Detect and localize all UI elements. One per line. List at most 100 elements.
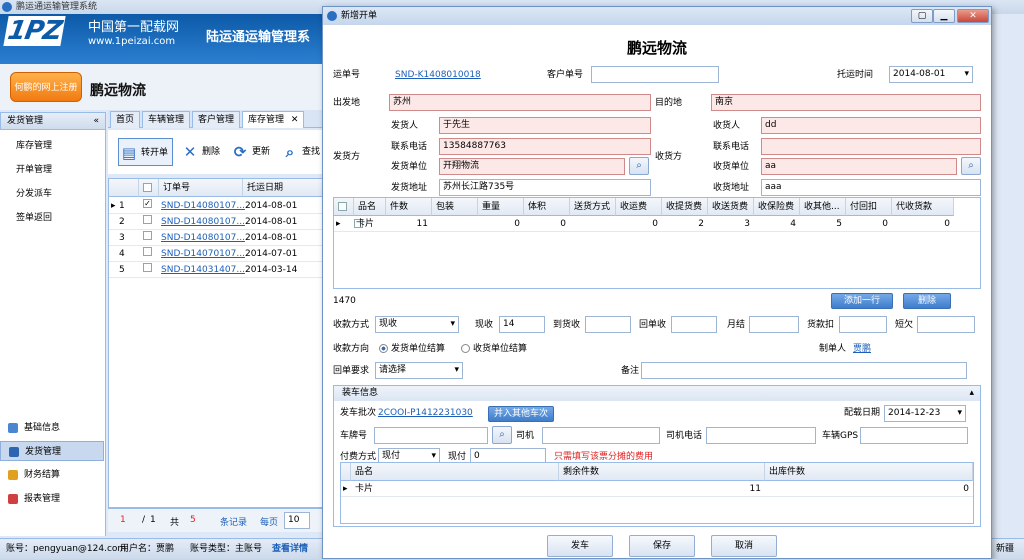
remark-input[interactable] [641,362,967,379]
goods-header-0[interactable]: 品名 [354,198,386,216]
goods-header-5[interactable]: 送货方式 [570,198,616,216]
goods-cell-9[interactable]: 4 [756,216,796,232]
minimize-icon[interactable]: ▁ [933,9,955,23]
goods-cell-7[interactable]: 2 [664,216,704,232]
goods-header-10[interactable]: 收其他... [800,198,846,216]
new-order-button[interactable]: ▤ 转开单 [118,138,174,166]
table-row[interactable]: ▸ 1 ✓ SND-D14080107... 2014-08-01 [109,198,329,214]
load-cell-out[interactable]: 0 [765,481,969,497]
origin-input[interactable]: 苏州 [389,94,651,111]
goods-cell-11[interactable]: 0 [848,216,888,232]
goods-cell-4[interactable]: 0 [526,216,566,232]
maker-name[interactable]: 贾鹏 [853,341,871,357]
goods-cell-8[interactable]: 3 [710,216,750,232]
dest-input[interactable]: 南京 [711,94,981,111]
back-pay-input[interactable] [671,316,717,333]
chevron-up-icon[interactable]: ▴ [969,386,974,401]
goods-header-8[interactable]: 收送货费 [708,198,754,216]
nav-finance[interactable]: 财务结算 [0,465,104,485]
search-button[interactable]: ⌕ 查找 [280,138,320,166]
customer-no-input[interactable] [591,66,719,83]
sender-phone-input[interactable]: 13584887763 [439,138,651,155]
gps-input[interactable] [860,427,968,444]
goods-header-4[interactable]: 体积 [524,198,570,216]
driver-phone-input[interactable] [706,427,816,444]
grid-header-check[interactable] [139,179,159,197]
goods-header-7[interactable]: 收提货费 [662,198,708,216]
add-row-button[interactable]: 添加一行 [831,293,893,309]
close-icon[interactable]: ✕ [957,9,989,23]
left-item-dispatch[interactable]: 分发派车 [16,184,96,204]
cancel-button[interactable]: 取消 [711,535,777,557]
goods-header-3[interactable]: 重量 [478,198,524,216]
save-button[interactable]: 保存 [629,535,695,557]
order-link[interactable]: SND-D14080107... [161,230,245,246]
goods-cell-0[interactable]: 卡片 [356,216,382,232]
goods-header-1[interactable]: 件数 [386,198,432,216]
sender-input[interactable]: 于先生 [439,117,651,134]
goods-cell-10[interactable]: 5 [802,216,842,232]
goods-header-9[interactable]: 收保险费 [754,198,800,216]
pay-method-select[interactable]: 现收 [375,316,459,333]
per-page-input[interactable]: 10 [284,512,310,529]
tab-home[interactable]: 首页 [110,111,141,128]
tab-vehicle[interactable]: 车辆管理 [142,111,191,128]
ship-button[interactable]: 发车 [547,535,613,557]
goods-header-6[interactable]: 收运费 [616,198,662,216]
sender-address-input[interactable]: 苏州长江路735号 [439,179,651,196]
tab-stock[interactable]: 库存管理 ✕ [242,111,305,128]
nav-shipping[interactable]: 发货管理 [0,441,104,461]
nav-basic[interactable]: 基础信息 [0,418,104,438]
load-row[interactable]: ▸ 卡片 11 0 [341,481,973,497]
goods-header-11[interactable]: 付回扣 [846,198,892,216]
month-pay-input[interactable] [749,316,799,333]
table-row[interactable]: 3 SND-D14080107... 2014-08-01 [109,230,329,246]
receiver-phone-input[interactable] [761,138,981,155]
plate-input[interactable] [374,427,488,444]
goods-cell-12[interactable]: 0 [894,216,950,232]
sender-unit-input[interactable]: 开翔物流 [439,158,625,175]
grid-header-order[interactable]: 订单号 [159,179,243,197]
receipt-select[interactable]: 请选择 [375,362,463,379]
order-link[interactable]: SND-D14031407... [161,262,245,278]
table-row[interactable]: 4 SND-D14070107... 2014-07-01 [109,246,329,262]
search-icon[interactable]: ⌕ [961,157,981,175]
receiver-address-input[interactable]: aaa [761,179,981,196]
arrive-pay-input[interactable] [585,316,631,333]
close-icon[interactable]: ✕ [291,115,299,125]
collapse-icon[interactable]: « [93,113,99,129]
direction-sender-radio[interactable]: 发货单位结算 [379,341,445,357]
goods-cell-3[interactable]: 0 [480,216,520,232]
tab-customer[interactable]: 客户管理 [192,111,241,128]
order-link[interactable]: SND-D14070107... [161,246,245,262]
driver-input[interactable] [542,427,660,444]
waybill-number[interactable]: SND-K1408010018 [395,67,481,83]
left-item-stock[interactable]: 库存管理 [16,136,96,156]
receiver-unit-input[interactable]: aa [761,158,957,175]
merge-batch-button[interactable]: 并入其他车次 [488,406,554,422]
shop-button[interactable]: 何鹏的网上注册 [10,72,82,102]
search-icon[interactable]: ⌕ [492,426,512,444]
load-date-select[interactable]: 2014-12-23 [884,405,966,422]
deduct-input[interactable] [839,316,887,333]
goods-cell-6[interactable]: 0 [618,216,658,232]
left-item-order[interactable]: 开单管理 [16,160,96,180]
restore-icon[interactable]: ▢ [911,9,933,23]
status-detail-link[interactable]: 查看详情 [272,539,308,559]
goods-cell-1[interactable]: 11 [388,216,428,232]
owe-input[interactable] [917,316,975,333]
table-row[interactable]: 2 SND-D14080107... 2014-08-01 [109,214,329,230]
goods-header-12[interactable]: 代收货款 [892,198,954,216]
grid-header-date[interactable]: 托运日期 [243,179,329,197]
search-icon[interactable]: ⌕ [629,157,649,175]
batch-number[interactable]: 2COOI-P1412231030 [378,405,473,421]
order-link[interactable]: SND-D14080107... [161,198,245,214]
goods-header-2[interactable]: 包装 [432,198,478,216]
goods-header-check[interactable] [334,198,354,216]
receiver-input[interactable]: dd [761,117,981,134]
goods-row[interactable]: ▸ 卡片 11 0 0 0 2 3 4 5 0 0 [334,216,980,232]
delete-row-button[interactable]: 删除 [903,293,951,309]
nav-report[interactable]: 报表管理 [0,489,104,509]
order-link[interactable]: SND-D14080107... [161,214,245,230]
now-pay-input[interactable]: 14 [499,316,545,333]
